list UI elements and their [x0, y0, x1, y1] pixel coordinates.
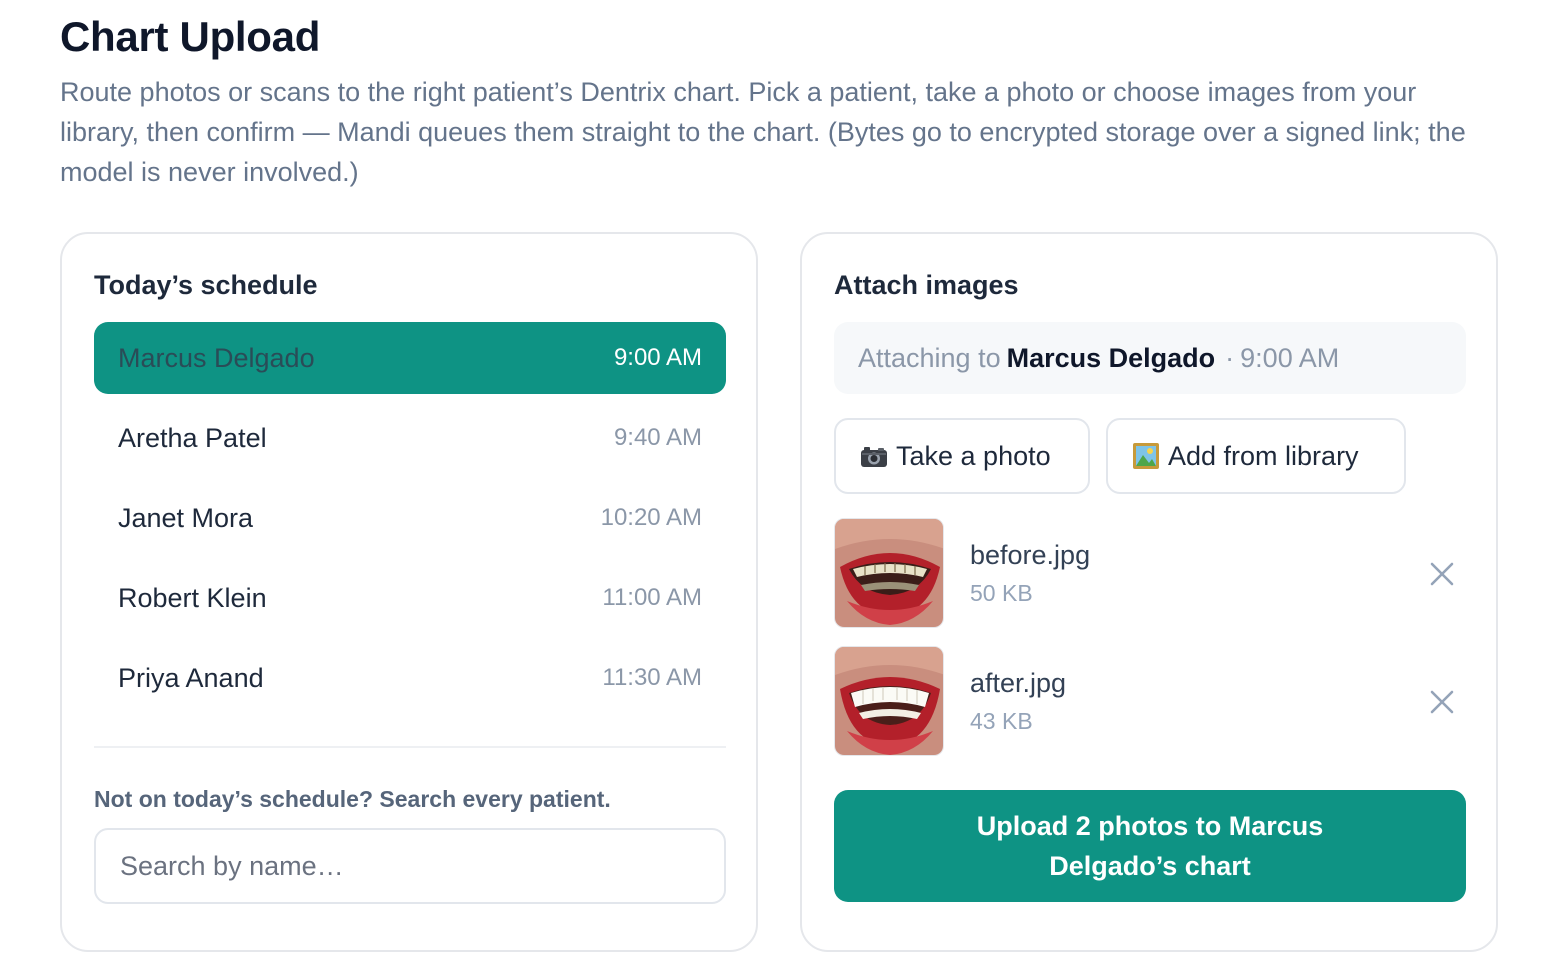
search-hint: Not on today’s schedule? Search every pa… — [94, 786, 611, 812]
schedule-row-robert-klein[interactable]: Robert Klein 11:00 AM — [94, 562, 726, 634]
schedule-row-marcus-delgado[interactable]: Marcus Delgado 9:00 AM — [94, 322, 726, 394]
appointment-time: 11:00 AM — [602, 584, 702, 611]
file-size: 43 KB — [970, 708, 1033, 734]
upload-to-chart-button[interactable]: Upload 2 photos to Marcus Delgado’s char… — [834, 790, 1466, 902]
patient-name: Janet Mora — [118, 502, 254, 533]
appointment-time: 9:40 AM — [613, 424, 702, 451]
attaching-patient-name: Marcus Delgado — [1006, 342, 1216, 373]
schedule-card: Today’s schedule Marcus Delgado 9:00 AM … — [60, 232, 758, 952]
patient-name: Priya Anand — [118, 662, 264, 693]
picture-icon — [1132, 442, 1160, 470]
file-name: after.jpg — [970, 668, 1067, 698]
patient-name: Robert Klein — [118, 582, 267, 613]
patient-search-input[interactable] — [94, 828, 726, 904]
attach-title: Attach images — [834, 270, 1019, 300]
schedule-row-aretha-patel[interactable]: Aretha Patel 9:40 AM — [94, 402, 726, 474]
file-name: before.jpg — [970, 540, 1091, 570]
smile-after-thumbnail — [834, 646, 944, 756]
remove-file-button[interactable] — [1426, 558, 1458, 590]
separator: · — [1225, 342, 1235, 373]
take-photo-label: Take a photo — [896, 440, 1051, 471]
attach-card: Attach images Attaching to Marcus Delgad… — [800, 232, 1498, 952]
appointment-time: 10:20 AM — [600, 504, 702, 531]
patient-name: Aretha Patel — [118, 422, 267, 453]
file-size: 50 KB — [970, 580, 1033, 606]
camera-icon — [860, 444, 888, 468]
patient-name: Marcus Delgado — [118, 342, 315, 373]
page-title: Chart Upload — [60, 13, 321, 60]
close-icon — [1430, 690, 1454, 714]
appointment-time: 9:00 AM — [613, 344, 702, 371]
schedule-title: Today’s schedule — [94, 270, 318, 300]
add-from-library-button[interactable]: Add from library — [1106, 418, 1406, 494]
take-photo-button[interactable]: Take a photo — [834, 418, 1090, 494]
attached-file-row: after.jpg 43 KB — [834, 646, 1466, 756]
smile-before-thumbnail — [834, 518, 944, 628]
schedule-row-janet-mora[interactable]: Janet Mora 10:20 AM — [94, 482, 726, 554]
close-icon — [1430, 562, 1454, 586]
attaching-prefix: Attaching to — [858, 342, 1001, 373]
add-from-library-label: Add from library — [1168, 440, 1359, 471]
schedule-row-priya-anand[interactable]: Priya Anand 11:30 AM — [94, 642, 726, 714]
attaching-to-banner: Attaching to Marcus Delgado · 9:00 AM — [834, 322, 1466, 394]
divider — [94, 746, 726, 748]
attached-file-row: before.jpg 50 KB — [834, 518, 1466, 628]
appointment-time: 11:30 AM — [602, 664, 702, 691]
attaching-patient-time: 9:00 AM — [1240, 342, 1340, 373]
chart-upload-page: Chart Upload Route photos or scans to th… — [0, 0, 1552, 970]
page-description: Route photos or scans to the right patie… — [60, 77, 1466, 187]
remove-file-button[interactable] — [1426, 686, 1458, 718]
